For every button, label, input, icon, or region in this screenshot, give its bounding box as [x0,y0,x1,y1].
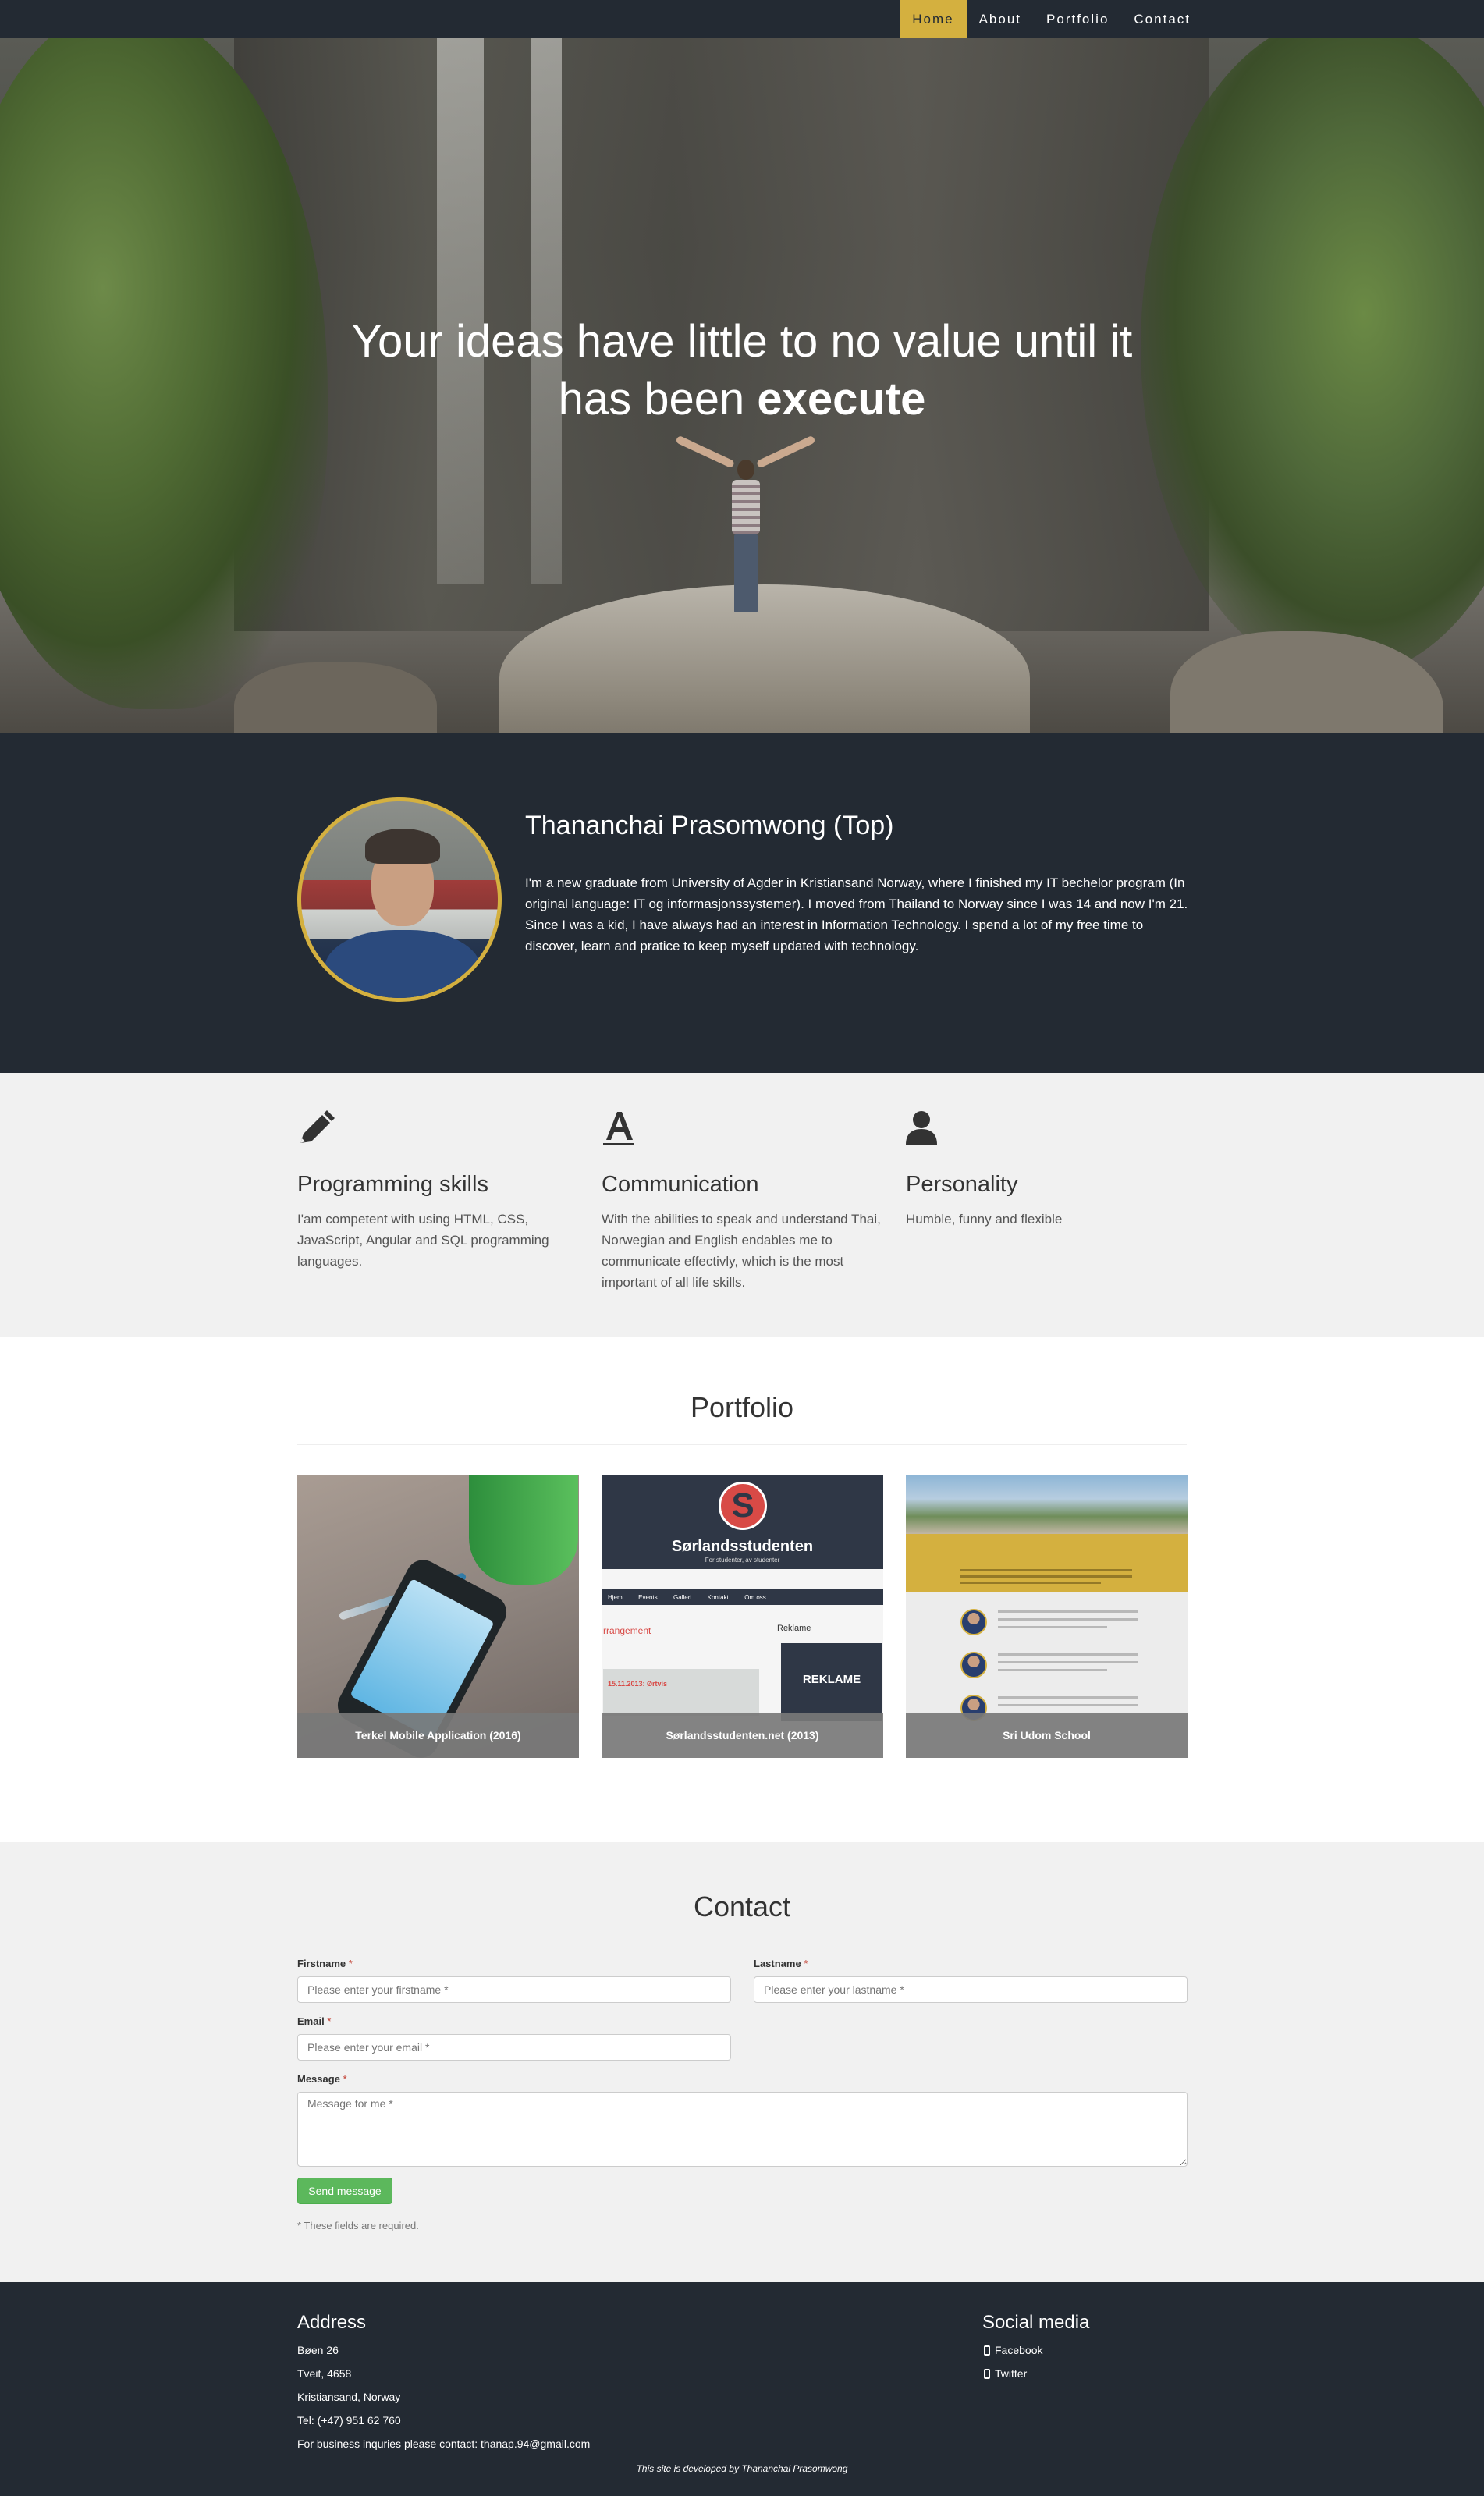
send-message-button[interactable]: Send message [297,2178,392,2204]
contact-title: Contact [693,1891,791,1923]
firstname-field[interactable] [297,1976,731,2003]
hero-rock [234,662,437,733]
about-text: I'm a new graduate from University of Ag… [525,875,1188,953]
footer: Address Bøen 26 Tveit, 4658 Kristiansand… [0,2282,1484,2496]
firstname-label: Firstname * [297,1958,353,1969]
hero-title: Your ideas have little to no value until… [0,313,1484,428]
address-title: Address [297,2312,367,2333]
user-icon [906,1111,937,1145]
required-note: * These fields are required. [297,2220,419,2231]
hero-waterfall [531,38,562,584]
portfolio-caption: Sri Udom School [906,1713,1188,1758]
screenshot-heading: rrangement [603,1625,651,1636]
facebook-link[interactable]: Facebook [984,2344,1042,2356]
site-credit: This site is developed by Thananchai Pra… [636,2463,848,2474]
screenshot-menu-item: Hjem [608,1594,623,1601]
social-title: Social media [982,2312,1090,2333]
twitter-label: Twitter [995,2367,1028,2380]
skill-programming: Programming skills I'am competent with u… [297,1110,578,1272]
screenshot-menu-item: Events [638,1594,658,1601]
screenshot-date: 15.11.2013: Ørtvis [608,1680,668,1688]
hero-person [675,435,816,616]
screenshot-sub: For studenter, av studenter [705,1557,780,1564]
skill-title: Programming skills [297,1172,488,1197]
nav-home[interactable]: Home [900,0,967,38]
about-section: Thananchai Prasomwong (Top) I'm a new gr… [0,733,1484,1073]
facebook-label: Facebook [995,2344,1043,2356]
email-label: Email * [297,2015,332,2027]
screenshot-brand: Sørlandsstudenten [671,1538,814,1555]
portfolio-item-terkel[interactable]: Terkel Mobile Application (2016) [297,1475,579,1758]
portfolio-item-sri-udom[interactable]: Sri Udom School [906,1475,1188,1758]
phone-line: Tel: (+47) 951 62 760 [297,2414,401,2427]
portfolio-title: Portfolio [690,1391,794,1423]
phone-icon [984,2368,990,2379]
hero-banner: Your ideas have little to no value until… [0,38,1484,733]
portfolio-item-sorlandsstudenten[interactable]: S Sørlandsstudenten For studenter, av st… [602,1475,883,1758]
hero-title-line1: Your ideas have little to no value until… [351,316,1133,367]
skills-section: Programming skills I'am competent with u… [0,1073,1484,1337]
skill-text: Humble, funny and flexible [906,1212,1063,1227]
skill-text: With the abilities to speak and understa… [602,1212,881,1290]
nav-menu: Home About Portfolio Contact [900,0,1203,38]
screenshot-menu: Hjem Events Galleri Kontakt Om oss [602,1589,883,1605]
address-line: Kristiansand, Norway [297,2391,401,2403]
screenshot-menu-item: Galleri [673,1594,692,1601]
portfolio-caption: Terkel Mobile Application (2016) [297,1713,579,1758]
screenshot-ad: REKLAME [781,1643,882,1721]
skill-text: I'am competent with using HTML, CSS, Jav… [297,1212,549,1269]
pencil-icon [300,1110,335,1143]
address-line: Bøen 26 [297,2344,339,2356]
hero-title-emphasis: execute [757,374,926,424]
lastname-label: Lastname * [754,1958,808,1969]
font-icon [603,1112,634,1145]
divider [297,1444,1187,1445]
message-field[interactable] [297,2092,1188,2167]
navbar: Home About Portfolio Contact [0,0,1484,38]
screenshot-reklame-heading: Reklame [777,1624,811,1633]
contact-section: Contact Firstname * Lastname * Email * M… [0,1842,1484,2282]
nav-portfolio[interactable]: Portfolio [1034,0,1121,38]
about-name: Thananchai Prasomwong (Top) [525,811,894,840]
screenshot-menu-item: Om oss [744,1594,766,1601]
hero-title-line2: has been [558,374,758,424]
twitter-link[interactable]: Twitter [984,2367,1027,2380]
phone-icon [984,2345,990,2356]
portfolio-section: Portfolio Terkel Mobile Application (201… [0,1337,1484,1842]
screenshot-menu-item: Kontakt [707,1594,729,1601]
skill-personality: Personality Humble, funny and flexible [906,1110,1187,1230]
site-logo-icon: S [719,1482,767,1530]
skill-communication: Communication With the abilities to spea… [602,1110,882,1293]
address-line: Tveit, 4658 [297,2367,352,2380]
nav-contact[interactable]: Contact [1121,0,1203,38]
portfolio-caption: Sørlandsstudenten.net (2013) [602,1713,883,1758]
avatar [297,797,502,1002]
skill-title: Communication [602,1172,759,1197]
lastname-field[interactable] [754,1976,1188,2003]
hero-waterfall [437,38,484,584]
nav-about[interactable]: About [967,0,1034,38]
business-contact-line: For business inquries please contact: th… [297,2437,591,2450]
screenshot-event-box [603,1669,759,1716]
message-label: Message * [297,2073,347,2085]
skill-title: Personality [906,1172,1018,1197]
email-field[interactable] [297,2034,731,2061]
